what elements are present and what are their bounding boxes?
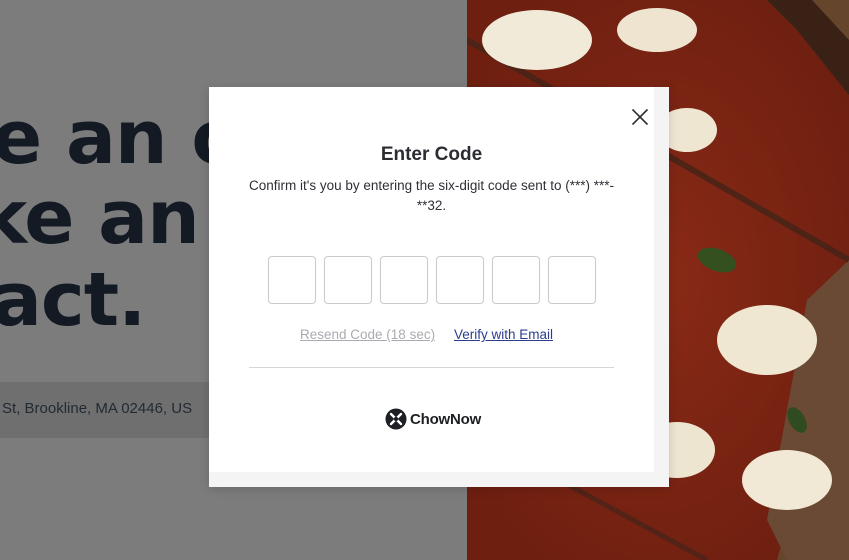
code-input-group xyxy=(268,256,596,304)
headline-line-3: act. xyxy=(0,257,146,343)
code-digit-5[interactable] xyxy=(492,256,540,304)
resend-code-link[interactable]: Resend Code (18 sec) xyxy=(300,327,435,342)
modal-content: Enter Code Confirm it's you by entering … xyxy=(209,87,654,472)
divider xyxy=(249,367,614,368)
brand-footer: ChowNow xyxy=(385,408,481,430)
code-digit-3[interactable] xyxy=(380,256,428,304)
code-actions: Resend Code (18 sec) Verify with Email xyxy=(209,327,654,347)
headline-line-1: e an o xyxy=(0,95,242,181)
close-icon xyxy=(631,108,649,126)
modal-description: Confirm it's you by entering the six-dig… xyxy=(249,178,614,213)
code-digit-1[interactable] xyxy=(268,256,316,304)
modal-frame-edge xyxy=(209,472,669,487)
verification-modal: Enter Code Confirm it's you by entering … xyxy=(209,87,669,487)
code-digit-4[interactable] xyxy=(436,256,484,304)
modal-frame-edge xyxy=(654,87,669,487)
verify-with-email-link[interactable]: Verify with Email xyxy=(454,327,553,342)
modal-title: Enter Code xyxy=(380,144,483,165)
code-digit-6[interactable] xyxy=(548,256,596,304)
address-input-value: St, Brookline, MA 02446, US xyxy=(2,400,193,417)
brand-name: ChowNow xyxy=(410,410,482,428)
code-digit-2[interactable] xyxy=(324,256,372,304)
close-button[interactable] xyxy=(629,106,651,128)
headline-line-2: ke an xyxy=(0,175,200,261)
chownow-logo-icon xyxy=(385,408,407,430)
